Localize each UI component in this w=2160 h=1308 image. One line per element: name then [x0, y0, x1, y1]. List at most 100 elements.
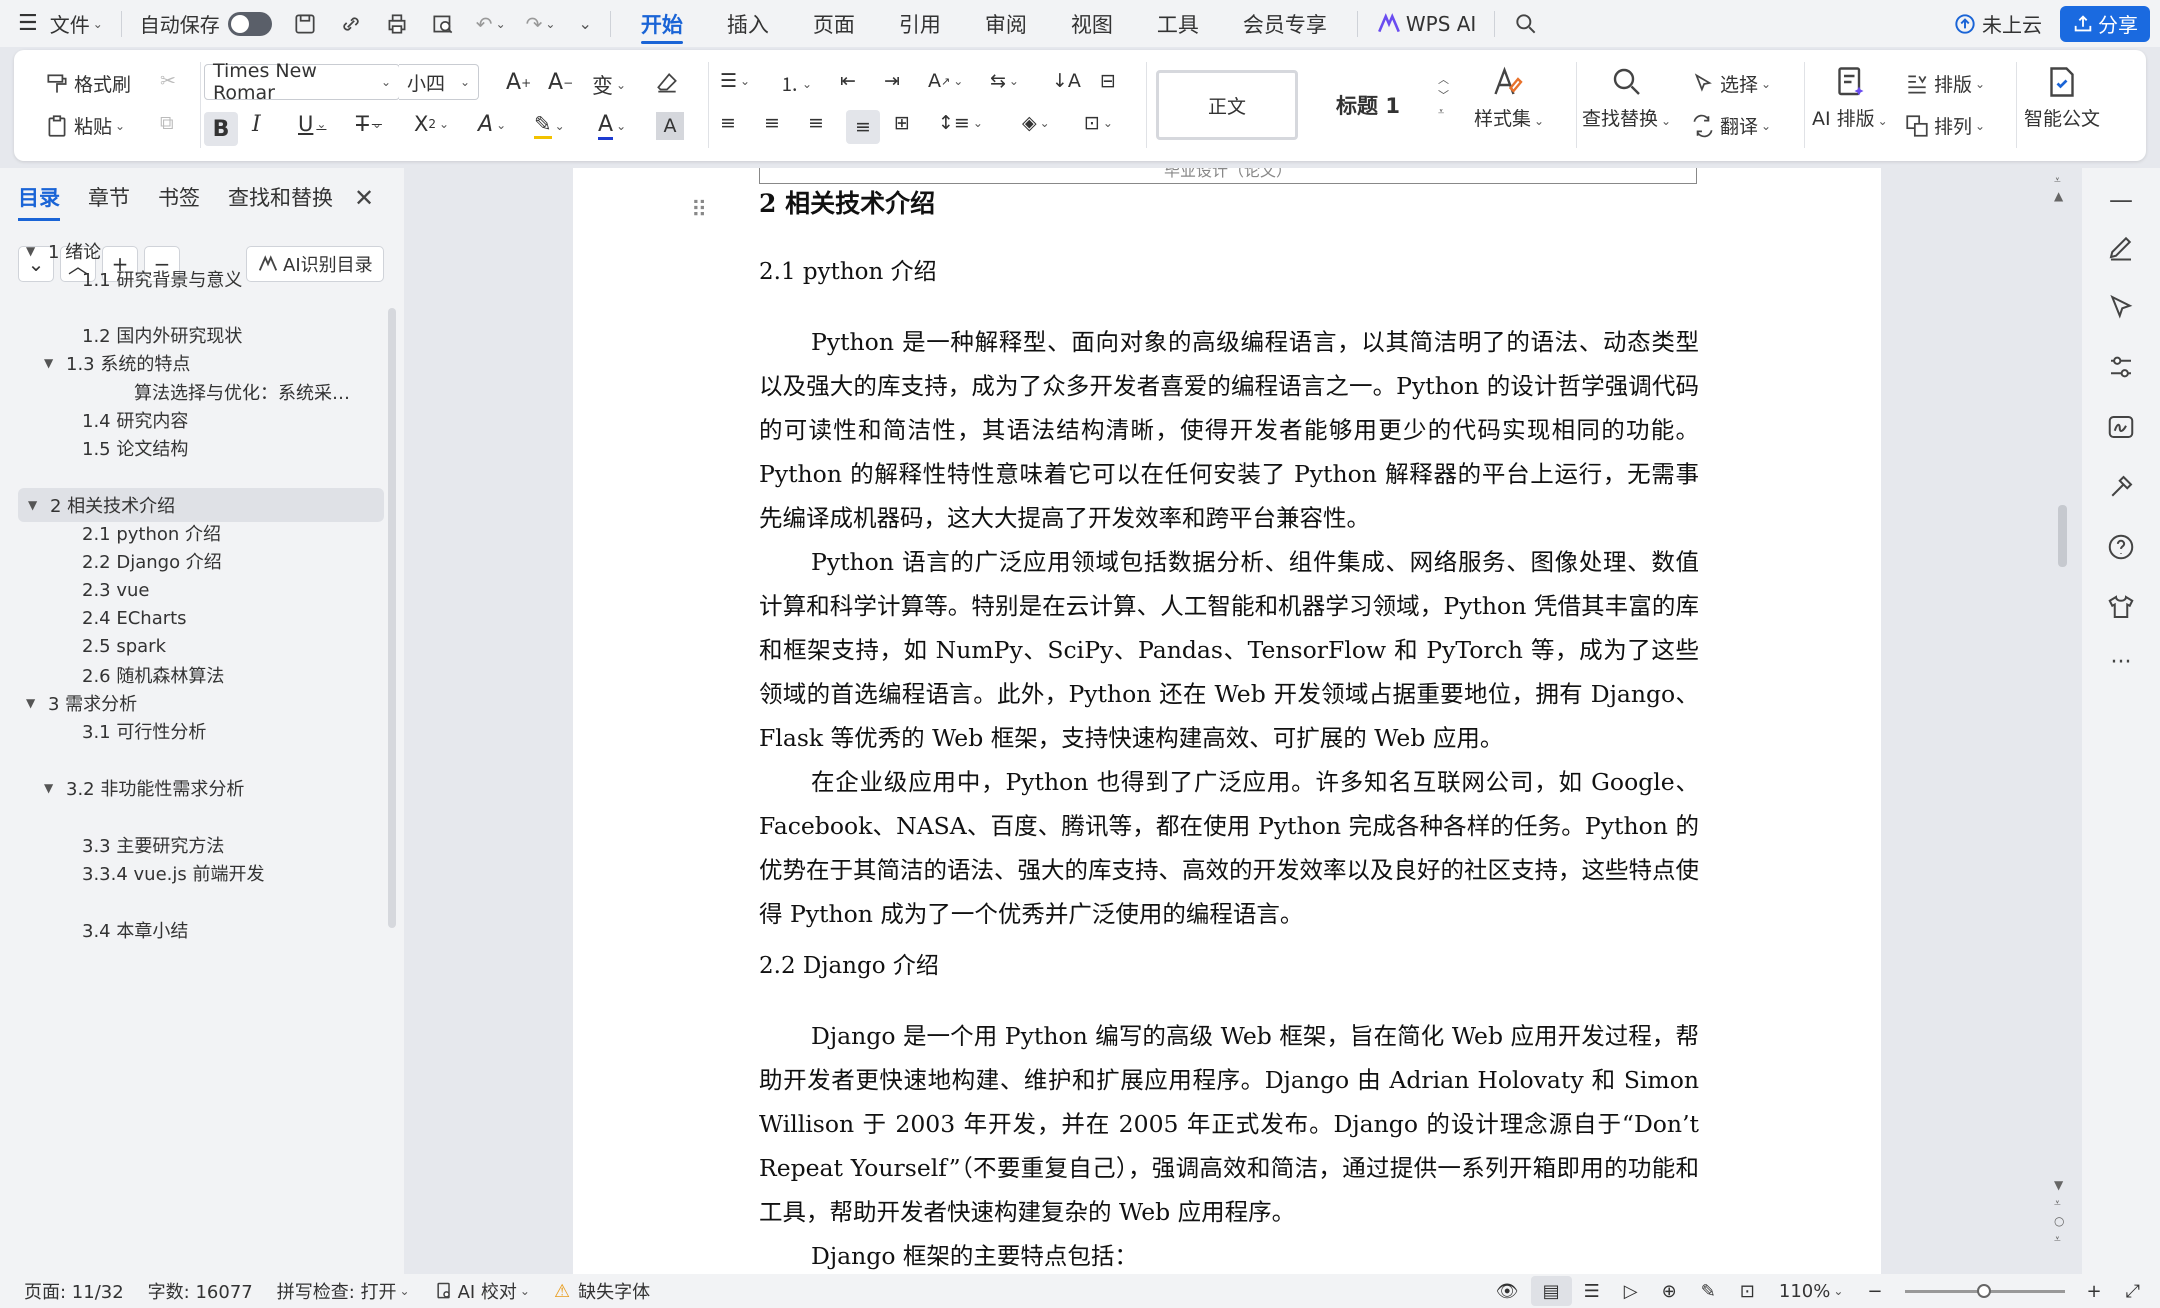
- zoom-out-icon[interactable]: −: [1855, 1281, 1894, 1302]
- tab-member[interactable]: 会员专享: [1221, 0, 1349, 47]
- sidebar-scrollbar[interactable]: [388, 308, 396, 928]
- autosave-toggle[interactable]: 自动保存: [130, 0, 282, 47]
- tab-toc[interactable]: 目录: [18, 182, 60, 221]
- underline-icon[interactable]: U ⌄: [298, 112, 326, 136]
- tab-find-replace[interactable]: 查找和替换: [228, 182, 333, 221]
- font-size-select[interactable]: 小四 ⌄: [399, 64, 479, 100]
- redo-icon[interactable]: ↷ ⌄: [516, 0, 566, 47]
- toc-item[interactable]: 3.4 本章小结: [82, 913, 188, 947]
- format-painter-button[interactable]: 格式刷: [44, 70, 131, 97]
- link-icon[interactable]: [328, 0, 374, 47]
- web-view-icon[interactable]: ⊕: [1650, 1281, 1689, 1302]
- numbered-list-icon[interactable]: ⒈ ⌄: [780, 70, 812, 97]
- arrange-button[interactable]: 排列 ⌄: [1904, 112, 1985, 139]
- toc-item[interactable]: 3.3.4 vue.js 前端开发: [82, 856, 264, 890]
- shading-icon[interactable]: ◈ ⌄: [1022, 112, 1050, 134]
- toc-item[interactable]: ▼ 3.2 非功能性需求分析: [44, 771, 244, 805]
- superscript-icon[interactable]: X 2 ⌄: [414, 112, 449, 136]
- more-quick-icon[interactable]: ⌄: [565, 0, 601, 47]
- translate-button[interactable]: 翻译 ⌄: [1690, 112, 1771, 139]
- align-right-icon[interactable]: ≡: [808, 112, 824, 134]
- show-marks-icon[interactable]: ⊟: [1100, 70, 1116, 92]
- font-color-icon[interactable]: A ⌄: [598, 112, 626, 140]
- smart-doc-button[interactable]: 智能公文: [2024, 64, 2100, 131]
- highlight-icon[interactable]: ✎ ⌄: [534, 112, 565, 139]
- line-spacing-icon[interactable]: ↕≡ ⌄: [938, 112, 983, 134]
- wps-ai-button[interactable]: WPS AI: [1366, 0, 1486, 47]
- tab-review[interactable]: 审阅: [963, 0, 1049, 47]
- strikethrough-icon[interactable]: T ⌄: [356, 112, 382, 136]
- share-button[interactable]: 分享: [2060, 5, 2150, 42]
- select-cursor-icon[interactable]: [2106, 292, 2136, 322]
- tab-home[interactable]: 开始: [619, 0, 705, 47]
- tab-insert[interactable]: 插入: [705, 0, 791, 47]
- copy-icon[interactable]: ⧉: [160, 112, 174, 134]
- paste-button[interactable]: 粘贴 ⌄: [44, 112, 125, 139]
- file-menu[interactable]: 文件 ⌄: [48, 0, 113, 47]
- tab-chapters[interactable]: 章节: [88, 182, 130, 221]
- drag-handle-icon[interactable]: ⠿: [691, 198, 707, 223]
- search-icon[interactable]: [1503, 0, 1549, 47]
- play-view-icon[interactable]: ▷: [1612, 1281, 1650, 1302]
- italic-icon[interactable]: I: [252, 112, 261, 137]
- expand-arrow-icon[interactable]: ▼: [28, 498, 50, 512]
- align-center-icon[interactable]: ≡: [764, 112, 780, 134]
- spell-check[interactable]: 拼写检查: 打开 ⌄: [265, 1278, 422, 1304]
- borders-icon[interactable]: ⊡ ⌄: [1084, 112, 1113, 134]
- page-count[interactable]: 页面: 11/32: [0, 1278, 136, 1304]
- ai-layout-button[interactable]: AI 排版 ⌄: [1812, 64, 1888, 131]
- expand-arrow-icon[interactable]: ▼: [44, 356, 66, 370]
- scroll-bottom-icon[interactable]: ▼ ⩡ ○ ⩡: [2054, 1176, 2064, 1248]
- document-scrollbar[interactable]: [2058, 505, 2067, 567]
- save-icon[interactable]: [282, 0, 328, 47]
- text-effect-icon[interactable]: A ⌄: [478, 112, 506, 137]
- more-icon[interactable]: ···: [2106, 650, 2136, 680]
- align-left-icon[interactable]: ≡: [720, 112, 736, 134]
- toc-item[interactable]: 1.5 论文结构: [82, 431, 188, 465]
- ai-proofread[interactable]: AI 校对 ⌄: [422, 1278, 542, 1304]
- font-name-select[interactable]: Times New Romar ⌄: [204, 60, 400, 104]
- style-heading-1[interactable]: 标题 1: [1308, 70, 1428, 140]
- page-view-icon[interactable]: ▤: [1530, 1276, 1572, 1306]
- style-normal[interactable]: 正文: [1156, 70, 1298, 140]
- convert-icon[interactable]: ⇆ ⌄: [990, 70, 1019, 92]
- document-page[interactable]: 毕业设计（论文） ⠿ 2 相关技术介绍 2.1 python 介绍 Python…: [573, 168, 1881, 1274]
- distributed-icon[interactable]: ⊞: [894, 112, 910, 134]
- expand-arrow-icon[interactable]: ▼: [26, 696, 48, 710]
- adjust-sliders-icon[interactable]: [2106, 352, 2136, 382]
- tools-icon[interactable]: [2106, 472, 2136, 502]
- pen-view-icon[interactable]: ✎: [1689, 1281, 1728, 1302]
- print-preview-icon[interactable]: [420, 0, 466, 47]
- tab-page[interactable]: 页面: [791, 0, 877, 47]
- text-direction-icon[interactable]: A ↗ ⌄: [928, 70, 963, 92]
- scroll-top-icon[interactable]: ⩡ ▲: [2054, 172, 2063, 204]
- zoom-in-icon[interactable]: +: [2075, 1281, 2114, 1302]
- style-set-button[interactable]: 样式集 ⌄: [1474, 64, 1544, 131]
- tab-reference[interactable]: 引用: [877, 0, 963, 47]
- zoom-slider[interactable]: [1904, 1283, 2065, 1298]
- fullscreen-icon[interactable]: ⤢: [2114, 1281, 2160, 1302]
- ai-toc-button[interactable]: AI识别目录: [246, 246, 384, 282]
- select-button[interactable]: 选择 ⌄: [1690, 70, 1771, 97]
- print-icon[interactable]: [374, 0, 420, 47]
- zoom-level[interactable]: 110% ⌄: [1767, 1281, 1856, 1302]
- edit-pen-icon[interactable]: [2106, 232, 2136, 262]
- zoom-slider-knob[interactable]: [1976, 1283, 1991, 1298]
- increase-font-icon[interactable]: A +: [506, 70, 531, 95]
- tab-tools[interactable]: 工具: [1135, 0, 1221, 47]
- phonetic-guide-icon[interactable]: 变 ⌄: [592, 70, 626, 100]
- shirt-theme-icon[interactable]: [2106, 592, 2136, 622]
- sort-icon[interactable]: ↓A: [1052, 70, 1081, 92]
- signature-icon[interactable]: [2106, 412, 2136, 442]
- tab-view[interactable]: 视图: [1049, 0, 1135, 47]
- decrease-font-icon[interactable]: A −: [548, 70, 573, 95]
- word-count[interactable]: 字数: 16077: [136, 1278, 265, 1304]
- expand-arrow-icon[interactable]: ▼: [44, 781, 66, 795]
- app-menu-icon[interactable]: ☰: [0, 0, 48, 47]
- layout-button[interactable]: 排版 ⌄: [1904, 70, 1985, 97]
- minimize-panel-icon[interactable]: —: [2106, 186, 2136, 216]
- char-shading-icon[interactable]: A: [656, 112, 684, 140]
- tab-bookmarks[interactable]: 书签: [158, 182, 200, 221]
- eye-protect-icon[interactable]: 👁: [1484, 1281, 1531, 1302]
- increase-indent-icon[interactable]: ⇥: [884, 70, 900, 92]
